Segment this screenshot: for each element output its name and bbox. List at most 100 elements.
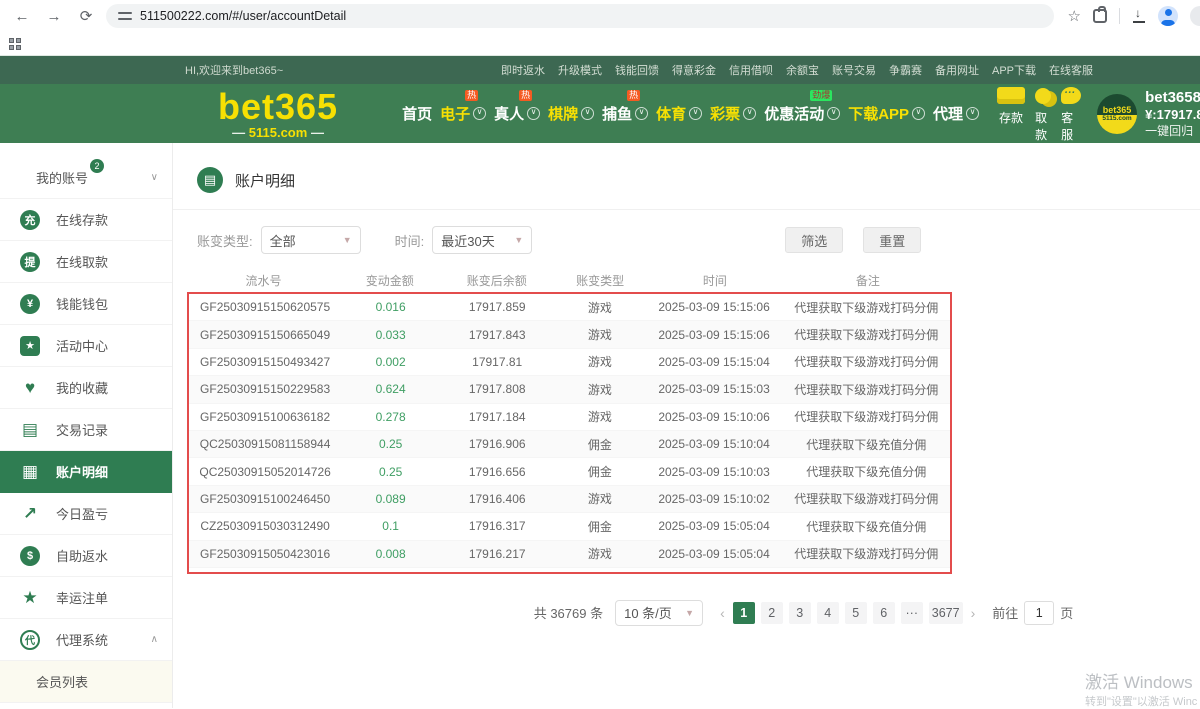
cell-type: 游戏 <box>554 381 645 398</box>
quick-action[interactable]: 存款 <box>997 85 1025 143</box>
nav-item[interactable]: 代理 <box>933 103 979 124</box>
nav-item[interactable]: 彩票 <box>710 103 756 124</box>
page-number[interactable]: 3677 <box>929 602 963 624</box>
topbar-link[interactable]: 即时返水 <box>501 62 545 78</box>
topbar-link[interactable]: 钱能回馈 <box>615 62 659 78</box>
topbar-link[interactable]: APP下载 <box>992 62 1036 78</box>
sidebar-item-icon: ♥ <box>20 378 40 398</box>
quick-action-icon <box>1061 85 1081 107</box>
chevron-icon: ∨ <box>151 172 158 183</box>
time-filter-label: 时间: <box>395 231 425 250</box>
topbar-link[interactable]: 账号交易 <box>832 62 876 78</box>
topbar-link[interactable]: 得意彩金 <box>672 62 716 78</box>
sidebar-item[interactable]: 我的账号2 ∨ <box>0 157 172 199</box>
sidebar-item[interactable]: ▦ 账户明细 <box>0 451 172 493</box>
table-header: 流水号 变动金额 账变后余额 账变类型 时间 备注 <box>187 268 952 292</box>
browser-toolbar: ← → ⟳ 511500222.com/#/user/accountDetail… <box>0 0 1200 32</box>
forward-icon[interactable]: → <box>42 8 66 25</box>
page-number[interactable]: 1 <box>733 602 755 624</box>
nav-item[interactable]: 热 真人 <box>494 103 540 124</box>
bookmark-icon[interactable]: ☆ <box>1068 7 1081 25</box>
page-number[interactable]: 4 <box>817 602 839 624</box>
goto-page-input[interactable]: 1 <box>1024 601 1054 625</box>
quick-action[interactable]: 客服 <box>1061 85 1081 143</box>
col-header: 账变后余额 <box>439 272 554 289</box>
apps-grid-icon[interactable] <box>9 38 21 50</box>
extensions-icon[interactable] <box>1093 9 1107 23</box>
quick-action[interactable]: 取款 <box>1035 85 1051 143</box>
nav-item[interactable]: 首页 <box>402 103 432 124</box>
page-number[interactable]: 3 <box>789 602 811 624</box>
time-filter-select[interactable]: 最近30天 ▼ <box>432 226 532 254</box>
sidebar-item[interactable]: ↗ 今日盈亏 <box>0 493 172 535</box>
sidebar-item[interactable]: ¥ 钱能钱包 <box>0 283 172 325</box>
nav-item[interactable]: 体育 <box>656 103 702 124</box>
sidebar-item[interactable]: ★ 活动中心 <box>0 325 172 367</box>
site-settings-icon[interactable] <box>118 10 132 22</box>
reload-icon[interactable]: ⟳ <box>74 7 98 25</box>
chevron-down-icon: ▼ <box>514 235 523 245</box>
nav-item[interactable]: 热 捕鱼 <box>602 103 648 124</box>
topbar-link[interactable]: 备用网址 <box>935 62 979 78</box>
nav-item[interactable]: 棋牌 <box>548 103 594 124</box>
site-logo[interactable]: bet365 — 5115.com — <box>218 89 338 139</box>
goto-label: 前往 <box>992 603 1018 622</box>
type-filter-select[interactable]: 全部 ▼ <box>261 226 361 254</box>
cell-type: 游戏 <box>554 299 645 316</box>
one-key-recall-link[interactable]: 一键回归 <box>1145 124 1200 139</box>
sidebar-item[interactable]: 会员列表 <box>0 661 172 703</box>
page-number[interactable]: 6 <box>873 602 895 624</box>
table-row: GF25030915100636182 0.278 17917.184 游戏 2… <box>189 404 950 431</box>
hot-badge: 热 <box>519 90 532 101</box>
sidebar-item[interactable]: 提 在线取款 <box>0 241 172 283</box>
profile-avatar[interactable] <box>1158 6 1178 26</box>
cell-balance: 17916.906 <box>440 437 554 451</box>
topbar-link[interactable]: 在线客服 <box>1049 62 1093 78</box>
nav-item[interactable]: 热 电子 <box>440 103 486 124</box>
prev-page-icon[interactable]: ‹ <box>720 605 725 621</box>
browser-menu-icon[interactable] <box>1190 6 1200 26</box>
page-number[interactable]: ··· <box>901 602 923 624</box>
back-icon[interactable]: ← <box>10 8 34 25</box>
cell-amount: 0.25 <box>341 437 440 451</box>
nav-item[interactable]: 下载APP <box>848 103 925 124</box>
divider <box>1119 8 1120 24</box>
cell-time: 2025-03-09 15:10:03 <box>646 465 783 479</box>
sidebar-item[interactable]: 代 代理系统 ∧ <box>0 619 172 661</box>
reset-button[interactable]: 重置 <box>863 227 921 253</box>
cell-flow-no: CZ25030915030312490 <box>189 519 341 533</box>
cell-amount: 0.033 <box>341 328 440 342</box>
total-count: 共 36769 条 <box>534 603 603 622</box>
topbar-link[interactable]: 信用借呗 <box>729 62 773 78</box>
topbar-link[interactable]: 余额宝 <box>786 62 819 78</box>
sidebar-item[interactable]: ▤ 交易记录 <box>0 409 172 451</box>
cell-amount: 0.008 <box>341 547 440 561</box>
balance: ¥:17917.859 <box>1145 107 1200 123</box>
filter-button[interactable]: 筛选 <box>785 227 843 253</box>
cell-flow-no: GF25030915150620575 <box>189 300 341 314</box>
address-bar[interactable]: 511500222.com/#/user/accountDetail <box>106 4 1054 28</box>
cell-remark: 代理获取下级游戏打码分佣 <box>783 381 950 398</box>
download-icon[interactable] <box>1132 9 1146 23</box>
cell-time: 2025-03-09 15:10:06 <box>646 410 783 424</box>
sidebar-item[interactable]: 充 在线存款 <box>0 199 172 241</box>
page-number[interactable]: 2 <box>761 602 783 624</box>
col-header: 时间 <box>646 272 784 289</box>
sidebar-item[interactable]: ♥ 我的收藏 <box>0 367 172 409</box>
sidebar-item[interactable]: $ 自助返水 <box>0 535 172 577</box>
nav-item[interactable]: 劲爆 优惠活动 <box>764 103 840 124</box>
topbar-link[interactable]: 升级模式 <box>558 62 602 78</box>
site-header: bet365 — 5115.com — 首页 热 电子 热 真人 <box>0 84 1200 143</box>
per-page-select[interactable]: 10 条/页 ▼ <box>615 600 703 626</box>
page-number[interactable]: 5 <box>845 602 867 624</box>
topbar-link[interactable]: 争霸赛 <box>889 62 922 78</box>
chevron-down-icon <box>743 107 756 120</box>
cell-remark: 代理获取下级游戏打码分佣 <box>783 299 950 316</box>
chevron-down-icon <box>827 107 840 120</box>
cell-type: 佣金 <box>554 436 645 453</box>
table-row: CZ25030915030312490 0.1 17916.317 佣金 202… <box>189 513 950 540</box>
next-page-icon[interactable]: › <box>971 605 976 621</box>
sidebar-item[interactable]: ★ 幸运注单 <box>0 577 172 619</box>
chevron-down-icon: ▼ <box>343 235 352 245</box>
sidebar-item-icon: ¥ <box>20 294 40 314</box>
